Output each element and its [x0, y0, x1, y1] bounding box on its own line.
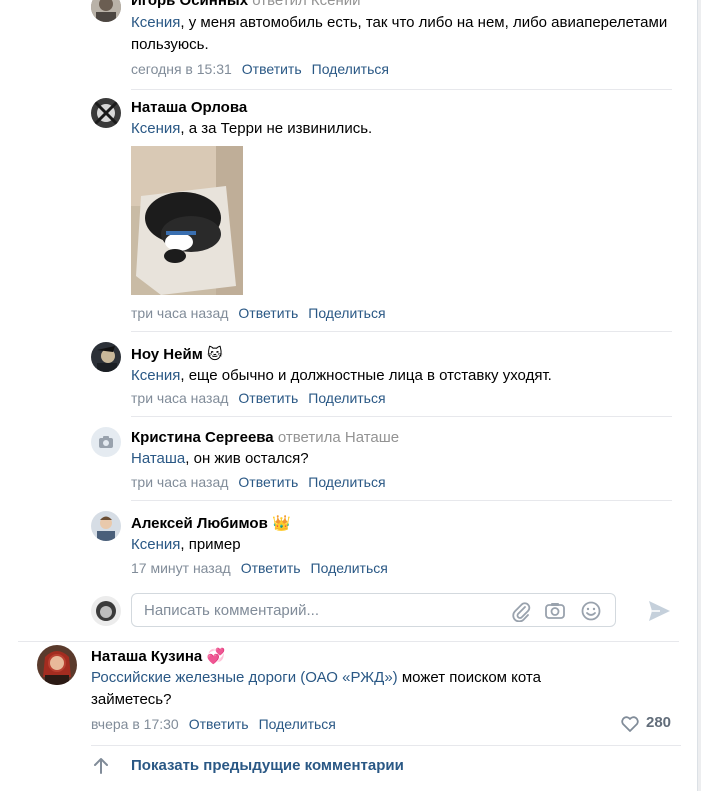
mention-link[interactable]: Ксения	[131, 14, 180, 31]
author-name[interactable]: Наташа Орлова	[131, 99, 247, 116]
comment-text: Ксения, еще обычно и должностные лица в …	[131, 365, 671, 387]
mention-link[interactable]: Наташа	[131, 450, 185, 467]
comment-body: , а за Терри не извинились.	[180, 120, 373, 137]
attached-photo[interactable]	[131, 146, 243, 295]
comment-input-placeholder: Написать комментарий...	[144, 602, 320, 619]
comments-card: Игорь Осинных ответил Ксении Ксения, у м…	[0, 0, 698, 791]
crown-emoji-badge: 👑	[271, 515, 291, 532]
comment-meta: три часа назад Ответить Поделиться	[131, 390, 386, 406]
timestamp[interactable]: 17 минут назад	[131, 560, 231, 576]
share-button[interactable]: Поделиться	[308, 474, 385, 490]
reply-button[interactable]: Ответить	[189, 716, 249, 732]
attach-icon[interactable]	[510, 600, 532, 623]
comment-text: Наташа, он жив остался?	[131, 448, 671, 470]
share-button[interactable]: Поделиться	[311, 560, 388, 576]
reply-to-label[interactable]: ответила Наташе	[278, 429, 399, 446]
share-button[interactable]: Поделиться	[312, 61, 389, 77]
avatar[interactable]	[37, 645, 77, 685]
author-name[interactable]: Ноу Нейм	[131, 346, 203, 363]
reply-button[interactable]: Ответить	[241, 560, 301, 576]
camera-icon[interactable]	[544, 600, 566, 622]
comment-text: Ксения, у меня автомобиль есть, так что …	[131, 12, 671, 56]
avatar[interactable]	[91, 427, 121, 457]
arrow-up-icon[interactable]	[92, 756, 110, 776]
author-name[interactable]: Игорь Осинных	[131, 0, 248, 9]
comment-meta: три часа назад Ответить Поделиться	[131, 474, 386, 490]
comment-text: Ксения, а за Терри не извинились.	[131, 118, 671, 140]
comment-body: , у меня автомобиль есть, так что либо н…	[131, 14, 668, 53]
avatar[interactable]	[91, 0, 121, 22]
avatar-photo-icon	[91, 0, 121, 22]
show-previous-comments-link[interactable]: Показать предыдущие комментарии	[131, 757, 404, 774]
comment-body: , пример	[180, 536, 241, 553]
divider	[131, 500, 672, 501]
hearts-emoji-badge: 💞	[206, 648, 226, 665]
timestamp[interactable]: три часа назад	[131, 390, 228, 406]
timestamp[interactable]: вчера в 17:30	[91, 716, 179, 732]
divider	[131, 89, 672, 90]
mention-link[interactable]: Ксения	[131, 367, 180, 384]
reply-button[interactable]: Ответить	[238, 474, 298, 490]
like-icon[interactable]	[620, 714, 640, 738]
share-button[interactable]: Поделиться	[308, 390, 385, 406]
avatar-photo-icon	[91, 342, 121, 372]
avatar-photo-icon	[91, 98, 121, 128]
comment-author[interactable]: Ноу Нейм 🐱	[131, 345, 223, 363]
comment-body: , еще обычно и должностные лица в отстав…	[180, 367, 552, 384]
comment-body: , он жив остался?	[185, 450, 309, 467]
current-user-avatar[interactable]	[91, 596, 121, 626]
like-count[interactable]: 280	[646, 714, 671, 731]
avatar[interactable]	[91, 511, 121, 541]
emoji-icon[interactable]	[580, 600, 602, 622]
reply-button[interactable]: Ответить	[238, 305, 298, 321]
author-name[interactable]: Наташа Кузина	[91, 648, 202, 665]
comment-author[interactable]: Наташа Кузина 💞	[91, 647, 225, 665]
send-icon[interactable]	[646, 598, 672, 624]
avatar-photo-icon	[37, 645, 77, 685]
reply-button[interactable]: Ответить	[238, 390, 298, 406]
comment-meta: 17 минут назад Ответить Поделиться	[131, 560, 388, 576]
author-name[interactable]: Кристина Сергеева	[131, 429, 274, 446]
divider	[131, 416, 672, 417]
timestamp[interactable]: три часа назад	[131, 305, 228, 321]
avatar-photo-icon	[91, 596, 121, 626]
avatar[interactable]	[91, 342, 121, 372]
reply-to-label[interactable]: ответил Ксении	[252, 0, 360, 9]
comment-text: Ксения, пример	[131, 534, 671, 556]
mention-link[interactable]: Ксения	[131, 120, 180, 137]
share-button[interactable]: Поделиться	[308, 305, 385, 321]
avatar[interactable]	[91, 98, 121, 128]
timestamp[interactable]: три часа назад	[131, 474, 228, 490]
comment-author[interactable]: Игорь Осинных ответил Ксении	[131, 0, 361, 9]
reply-button[interactable]: Ответить	[242, 61, 302, 77]
mention-link[interactable]: Российские железные дороги (ОАО «РЖД»)	[91, 669, 398, 686]
comment-text: Российские железные дороги (ОАО «РЖД») м…	[91, 667, 611, 711]
camera-icon	[99, 436, 113, 448]
divider	[91, 745, 681, 746]
avatar-photo-icon	[91, 511, 121, 541]
share-button[interactable]: Поделиться	[259, 716, 336, 732]
comment-meta: вчера в 17:30 Ответить Поделиться	[91, 716, 336, 732]
comment-meta: три часа назад Ответить Поделиться	[131, 305, 386, 321]
comment-meta: сегодня в 15:31 Ответить Поделиться	[131, 61, 389, 77]
divider	[18, 641, 679, 642]
cat-emoji-badge: 🐱	[206, 346, 223, 363]
comment-author[interactable]: Алексей Любимов 👑	[131, 514, 291, 532]
author-name[interactable]: Алексей Любимов	[131, 515, 268, 532]
divider	[131, 331, 672, 332]
timestamp[interactable]: сегодня в 15:31	[131, 61, 232, 77]
comment-input[interactable]: Написать комментарий...	[131, 593, 616, 627]
comment-author[interactable]: Кристина Сергеева ответила Наташе	[131, 429, 399, 446]
dog-photo-icon	[131, 146, 243, 295]
mention-link[interactable]: Ксения	[131, 536, 180, 553]
